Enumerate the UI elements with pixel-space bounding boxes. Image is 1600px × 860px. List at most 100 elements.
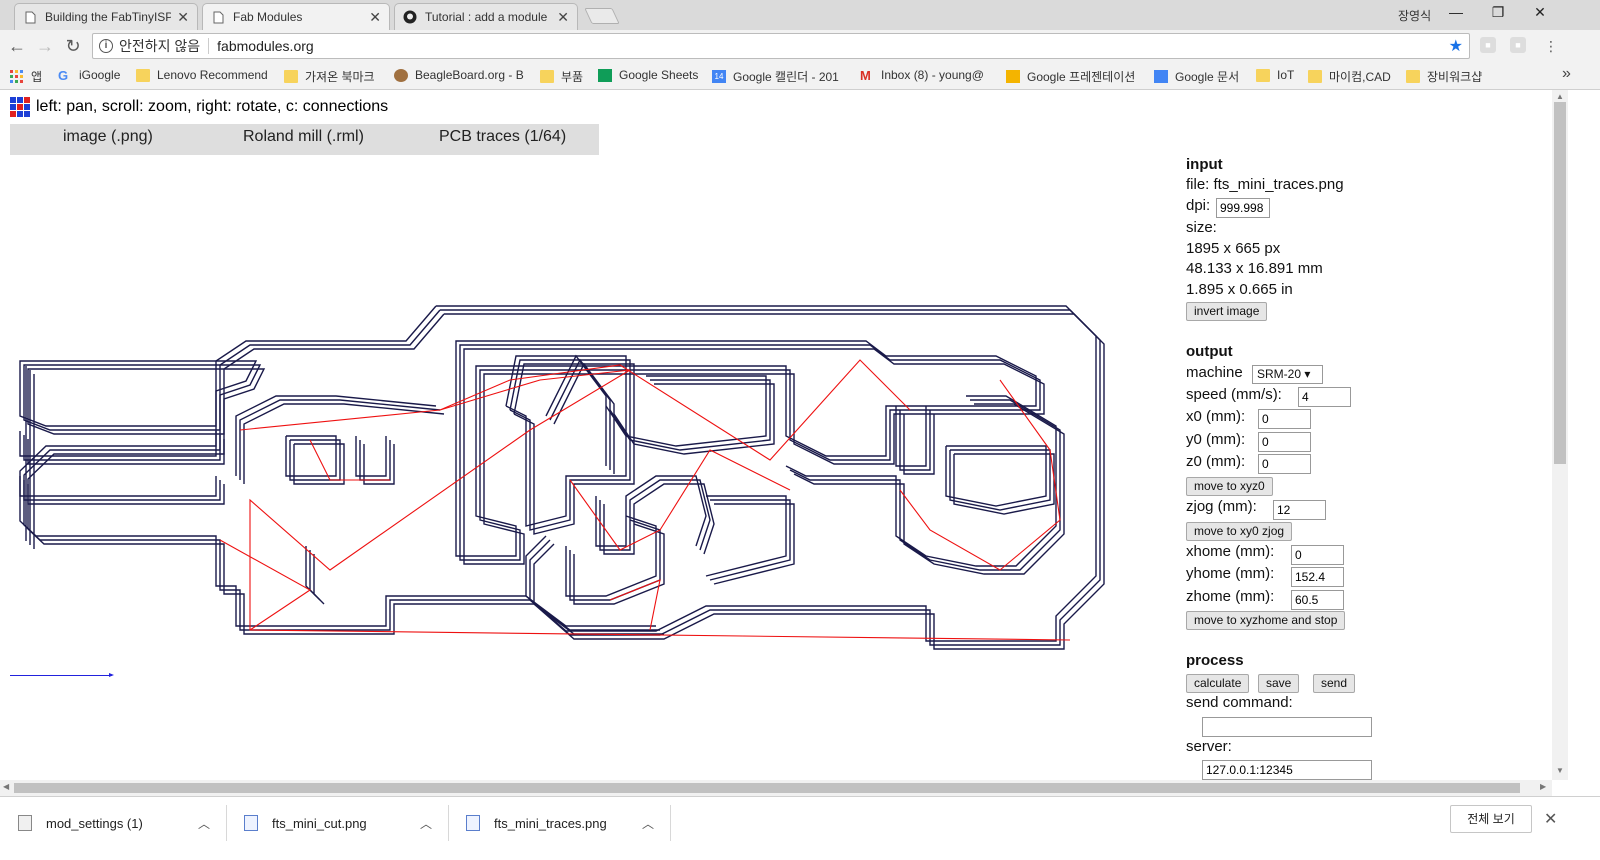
url-text[interactable]: fabmodules.org [217,38,1448,54]
extension-icon[interactable]: ■ [1510,37,1526,53]
bookmark-iot[interactable]: IoT [1256,68,1294,82]
tab-building-fabtinyisp[interactable]: Building the FabTinyISP ✕ [14,3,198,30]
reload-icon[interactable]: ↻ [62,35,84,57]
chevron-up-icon[interactable]: ︿ [642,815,654,832]
folder-icon [1308,70,1322,83]
input-format-menu[interactable]: image (.png) [63,128,153,146]
hint-row: left: pan, scroll: zoom, right: rotate, … [10,97,388,117]
docs-icon [1154,70,1168,83]
bookmark-apps[interactable]: 앱 [10,68,42,85]
calculate-button[interactable]: calculate [1186,674,1250,693]
download-item[interactable]: mod_settings (1) ︿ [18,797,218,849]
scroll-right-icon[interactable]: ▶ [1540,782,1546,791]
machine-select[interactable]: SRM-20 ▾ [1252,365,1323,384]
yhome-input[interactable]: 152.4 [1291,567,1344,587]
send-command-input[interactable] [1202,717,1372,737]
download-item[interactable]: fts_mini_traces.png ︿ [466,797,666,849]
x0-label: x0 (mm): [1186,408,1246,425]
bookmark-calendar[interactable]: 14 Google 캘린더 - 201 [712,68,846,85]
image-file-icon [466,815,480,831]
dpi-input[interactable]: 999.998 [1216,198,1270,218]
move-to-xy0-zjog-button[interactable]: move to xy0 zjog [1186,522,1293,541]
horizontal-scrollbar[interactable]: ◀ ▶ [0,780,1552,796]
close-icon[interactable]: ✕ [177,9,189,26]
extension-icon[interactable]: ■ [1480,37,1496,53]
bookmark-parts[interactable]: 부품 [540,68,583,85]
toolpath-viewer[interactable] [10,300,1110,660]
zhome-input[interactable]: 60.5 [1291,590,1344,610]
process-menu[interactable]: PCB traces (1/64) [439,128,566,146]
bookmark-workshop[interactable]: 장비워크샵 [1406,68,1482,85]
bookmark-micom-cad[interactable]: 마이컴,CAD [1308,68,1391,85]
output-format-menu[interactable]: Roland mill (.rml) [243,128,364,146]
show-all-button[interactable]: 전체 보기 [1450,805,1532,833]
bookmark-star-icon[interactable]: ★ [1449,36,1463,56]
scroll-up-icon[interactable]: ▲ [1556,92,1564,101]
toolpath-line [27,368,266,435]
scroll-down-icon[interactable]: ▼ [1556,766,1564,775]
chevron-right-icon[interactable]: » [1562,65,1571,83]
size-label: size: [1186,219,1217,236]
speed-input[interactable]: 4 [1298,387,1351,407]
scroll-left-icon[interactable]: ◀ [3,782,9,791]
toolpath-line [513,363,635,535]
process-heading: process [1186,652,1244,669]
maximize-icon[interactable]: ❐ [1478,4,1518,24]
z0-input[interactable]: 0 [1258,454,1311,474]
bookmark-lenovo[interactable]: Lenovo Recommend [136,68,270,82]
server-input[interactable]: 127.0.0.1:12345 [1202,760,1372,780]
bookmark-igoogle[interactable]: G iGoogle [58,68,120,82]
tab-fab-modules[interactable]: Fab Modules ✕ [202,3,390,30]
browser-toolbar: ← → ↻ i 안전하지 않음 fabmodules.org ★ ■ ■ ⋮ [0,30,1600,62]
toolpath-line [23,480,221,501]
bookmark-sheets[interactable]: Google Sheets [598,68,698,82]
chevron-up-icon[interactable]: ︿ [198,815,210,832]
bookmark-docs[interactable]: Google 문서 [1154,68,1239,85]
close-icon[interactable]: ✕ [369,9,381,26]
scroll-thumb[interactable] [1554,102,1566,464]
bookmark-beagleboard[interactable]: BeagleBoard.org - B [394,68,526,82]
toolpath-line [713,503,795,585]
bookmark-label: IoT [1277,68,1295,82]
profile-name[interactable]: 장영식 [1398,7,1431,24]
speed-label: speed (mm/s): [1186,386,1282,403]
folder-icon [1406,70,1420,83]
toolpath-line [463,348,1045,565]
save-button[interactable]: save [1258,674,1300,693]
connection-line [219,539,312,631]
toolpath-line [789,399,1061,571]
bookmark-imported[interactable]: 가져온 북마크 [284,68,375,85]
send-button[interactable]: send [1313,674,1356,693]
bookmark-slides[interactable]: Google 프레젠테이션 [1006,68,1140,85]
download-item[interactable]: fts_mini_cut.png ︿ [244,797,444,849]
tab-tutorial[interactable]: Tutorial : add a module ✕ [394,3,578,30]
move-to-xyz0-button[interactable]: move to xyz0 [1186,477,1273,496]
y0-input[interactable]: 0 [1258,432,1311,452]
output-heading: output [1186,343,1233,360]
format-bar: image (.png) Roland mill (.rml) PCB trac… [10,124,599,155]
bookmark-inbox[interactable]: M Inbox (8) - young@ [860,68,992,82]
new-tab-button[interactable] [584,8,620,24]
forward-icon[interactable]: → [34,35,56,57]
window-close-icon[interactable]: ✕ [1520,4,1560,24]
scroll-thumb[interactable] [14,783,1520,793]
x0-input[interactable]: 0 [1258,409,1311,429]
invert-image-button[interactable]: invert image [1186,302,1268,321]
minimize-icon[interactable]: — [1436,4,1476,24]
toolpath-line [569,519,661,601]
info-icon[interactable]: i [99,39,113,53]
back-icon[interactable]: ← [6,35,28,57]
zjog-label: zjog (mm): [1186,498,1257,515]
vertical-scrollbar[interactable]: ▲ ▼ [1552,90,1568,780]
move-to-home-button[interactable]: move to xyzhome and stop [1186,611,1346,630]
toolpath-line [27,484,225,505]
folder-icon [540,70,554,83]
security-indicator[interactable]: 안전하지 않음 [119,36,200,56]
zjog-input[interactable]: 12 [1273,500,1326,520]
chevron-up-icon[interactable]: ︿ [420,815,432,832]
xhome-input[interactable]: 0 [1291,545,1344,565]
close-icon[interactable]: ✕ [1544,809,1557,829]
address-bar[interactable]: i 안전하지 않음 fabmodules.org ★ [92,33,1470,59]
menu-icon[interactable]: ⋮ [1540,35,1562,57]
close-icon[interactable]: ✕ [557,9,569,26]
